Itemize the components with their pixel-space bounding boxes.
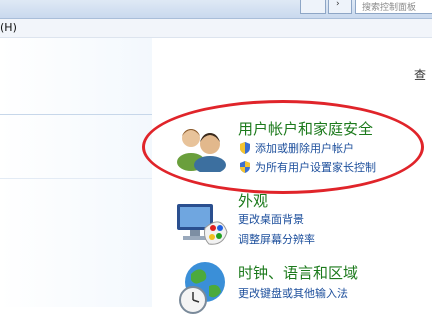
search-placeholder: 搜索控制面板 bbox=[362, 3, 417, 13]
menu-bar: (H) bbox=[0, 19, 432, 38]
refresh-button[interactable] bbox=[300, 0, 326, 14]
view-by-label[interactable]: 查 bbox=[414, 66, 426, 83]
category-title[interactable]: 外观 bbox=[238, 190, 268, 211]
divider bbox=[0, 178, 152, 179]
search-input[interactable]: 搜索控制面板 bbox=[355, 0, 432, 14]
menu-help[interactable]: (H) bbox=[0, 21, 17, 34]
link-adjust-screen-resolution[interactable]: 调整屏幕分辨率 bbox=[238, 231, 315, 247]
divider bbox=[0, 114, 152, 115]
link-change-keyboard-input[interactable]: 更改键盘或其他输入法 bbox=[238, 285, 348, 301]
highlight-ellipse bbox=[142, 100, 424, 194]
chevron-icon: › bbox=[336, 0, 340, 9]
address-bar: › 搜索控制面板 bbox=[0, 0, 432, 19]
clock-globe-icon[interactable] bbox=[175, 260, 229, 314]
address-dropdown-button[interactable]: › bbox=[328, 0, 352, 14]
appearance-icon[interactable] bbox=[175, 198, 229, 252]
left-nav-pane bbox=[0, 38, 152, 307]
link-change-desktop-background[interactable]: 更改桌面背景 bbox=[238, 211, 304, 227]
category-title[interactable]: 时钟、语言和区域 bbox=[238, 262, 358, 283]
